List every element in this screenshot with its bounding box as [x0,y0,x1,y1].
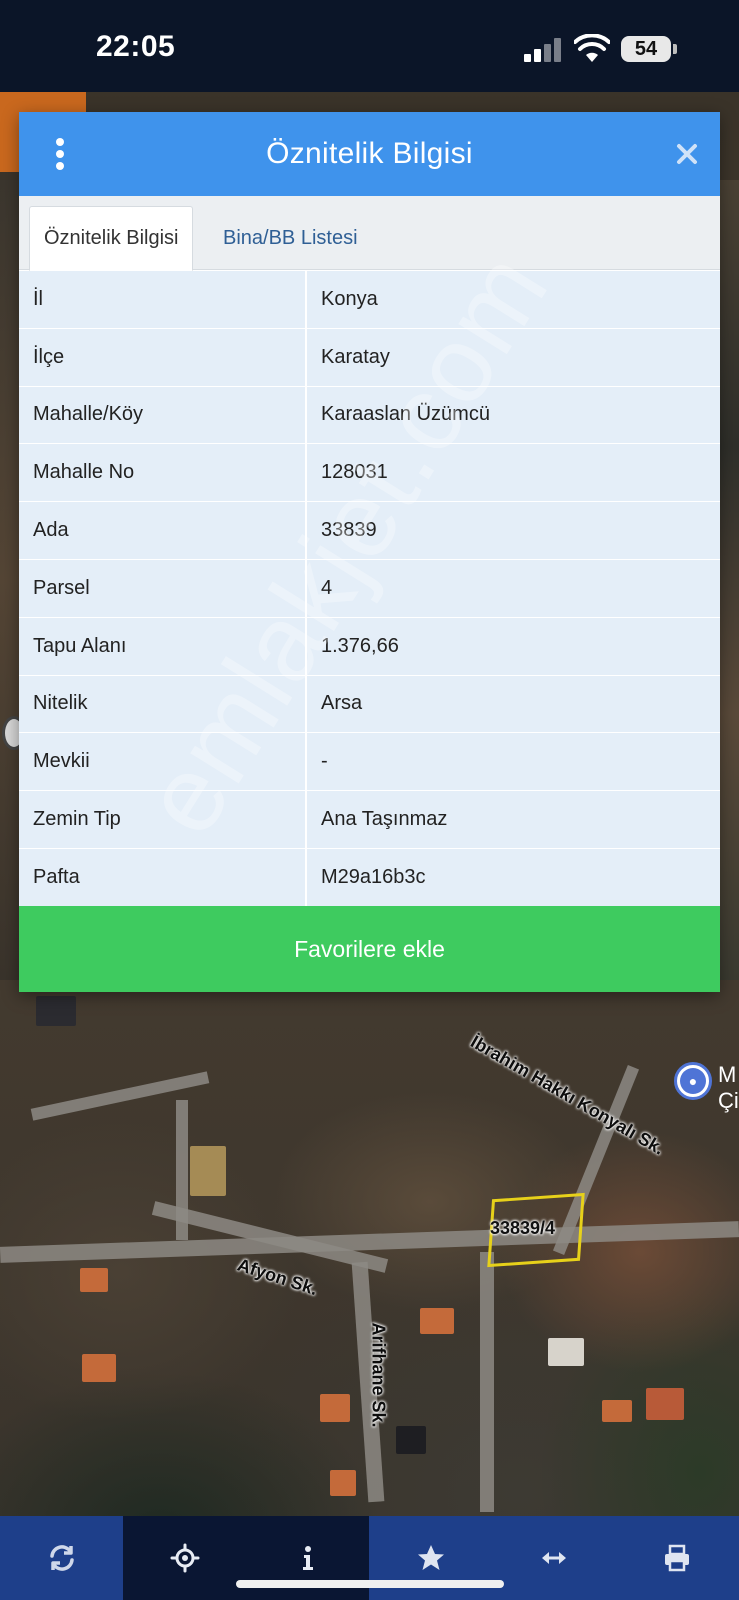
map-building [80,1268,108,1292]
star-icon [418,1545,445,1570]
table-row: Mahalle No 128031 [19,444,720,503]
refresh-icon [49,1545,74,1571]
row-value: 128031 [307,444,720,502]
locate-button[interactable] [123,1516,247,1600]
row-key: İlçe [19,328,307,386]
row-value: 4 [307,559,720,617]
table-row: İlçe Karatay [19,328,720,387]
row-key: Mahalle/Köy [19,386,307,444]
status-time: 22:05 [96,30,176,63]
table-row: Nitelik Arsa [19,675,720,734]
map-building [36,996,76,1026]
map-building [602,1400,632,1422]
map-building [548,1338,584,1366]
dialog-tabs: Öznitelik Bilgisi Bina/BB Listesi [19,196,720,271]
row-value: - [307,733,720,791]
lock-pin-icon[interactable]: ● [674,1062,712,1100]
row-key: Zemin Tip [19,791,307,848]
cellular-signal-icon [524,38,562,62]
parcel-label: 33839/4 [490,1218,556,1238]
measure-button[interactable] [493,1516,616,1600]
map-road [480,1252,494,1512]
add-to-favorites-button[interactable]: Favorilere ekle [19,906,720,992]
close-icon[interactable] [671,138,703,170]
row-value: Ana Taşınmaz [307,791,720,848]
row-value: Konya [307,271,720,328]
map-terrain-edge [0,180,20,980]
row-key: Mevkii [19,733,307,791]
measure-icon [542,1552,567,1564]
map-building [190,1146,226,1196]
more-vertical-icon[interactable] [49,136,71,172]
row-key: Nitelik [19,675,307,733]
row-key: Parsel [19,559,307,617]
map-building [396,1426,426,1454]
row-key: Tapu Alanı [19,617,307,675]
table-row: Ada 33839 [19,502,720,560]
map-building [330,1470,356,1496]
row-value: 1.376,66 [307,617,720,675]
refresh-button[interactable] [0,1516,123,1600]
home-indicator[interactable] [236,1580,504,1588]
map-building [646,1388,684,1420]
row-key: Ada [19,502,307,559]
table-row: Zemin Tip Ana Taşınmaz [19,791,720,849]
attribute-info-dialog: Öznitelik Bilgisi Öznitelik Bilgisi Bina… [19,112,720,992]
row-key: Mahalle No [19,444,307,502]
dialog-title: Öznitelik Bilgisi [266,137,473,170]
tab-attribute-info[interactable]: Öznitelik Bilgisi [29,206,194,271]
map-building [82,1354,116,1382]
tab-building-list[interactable]: Bina/BB Listesi [209,206,372,271]
map-building [320,1394,350,1422]
table-row: Mevkii - [19,733,720,792]
locate-icon [170,1543,200,1573]
row-value: M29a16b3c [307,848,720,906]
table-row: Mahalle/Köy Karaaslan Üzümcü [19,386,720,445]
row-key: Pafta [19,848,307,906]
battery-tip [673,44,677,54]
map-road [176,1100,188,1240]
print-icon [665,1544,690,1572]
table-row: İl Konya [19,271,720,329]
info-icon [302,1546,313,1570]
dialog-header: Öznitelik Bilgisi [19,112,720,196]
row-value: 33839 [307,502,720,559]
print-button[interactable] [616,1516,739,1600]
status-bar: 22:05 54 [0,0,739,92]
row-value: Arsa [307,675,720,733]
battery-indicator: 54 [621,36,671,62]
table-row: Tapu Alanı 1.376,66 [19,617,720,676]
map-partial-label: M Çi [718,1062,739,1113]
row-value: Karaaslan Üzümcü [307,386,720,444]
row-key: İl [19,271,307,328]
row-value: Karatay [307,328,720,386]
map-building [420,1308,454,1334]
table-row: Parsel 4 [19,559,720,618]
attribute-table: İl Konya İlçe Karatay Mahalle/Köy Karaas… [19,271,720,907]
table-row: Pafta M29a16b3c [19,848,720,907]
road-label-arifhane: Arifhane Sk. [368,1322,389,1428]
wifi-icon [574,34,610,62]
